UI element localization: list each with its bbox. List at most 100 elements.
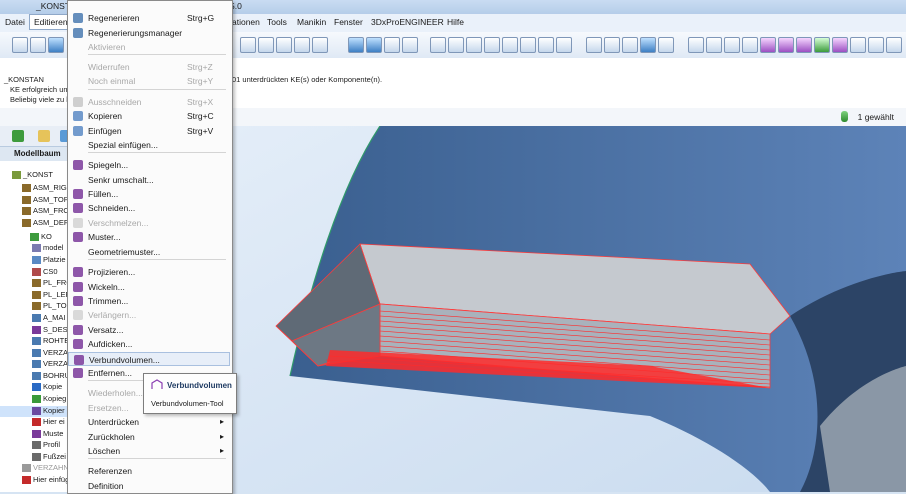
filter-icon[interactable] bbox=[841, 111, 848, 122]
model-tree-item[interactable]: ASM_FROI bbox=[0, 206, 70, 217]
model-tree-item[interactable]: Kopie bbox=[0, 382, 70, 393]
model-tree-item[interactable]: PL_FRO bbox=[0, 278, 70, 289]
wireframe-icon[interactable] bbox=[586, 37, 602, 53]
menu-item-schneiden[interactable]: Schneiden... bbox=[68, 201, 230, 215]
model-info-icon[interactable] bbox=[294, 37, 310, 53]
model-tree-item[interactable]: ASM_RIGH bbox=[0, 183, 70, 194]
model-tree-item[interactable]: ASM_DEF_ bbox=[0, 218, 70, 229]
menu-item-füllen[interactable]: Füllen... bbox=[68, 187, 230, 201]
model-tree-item[interactable]: Kopier bbox=[0, 406, 70, 417]
model-tree-item[interactable]: Kopieg bbox=[0, 394, 70, 405]
model-tree-item[interactable]: VERZA bbox=[0, 359, 70, 370]
datum-point-icon[interactable] bbox=[724, 37, 740, 53]
new-file-icon[interactable] bbox=[12, 37, 28, 53]
model-tree-item[interactable]: _KONST bbox=[0, 170, 70, 181]
menu-item-trimmen[interactable]: Trimmen... bbox=[68, 294, 230, 308]
point-icon[interactable] bbox=[384, 37, 400, 53]
zoom-fit-icon[interactable] bbox=[484, 37, 500, 53]
analysis-icon[interactable] bbox=[760, 37, 776, 53]
model-tree-item[interactable]: ASM_TOP bbox=[0, 195, 70, 206]
menu-3dxproengineer[interactable]: 3DxProENGINEER bbox=[371, 17, 444, 27]
tree-item-label: PL_TO bbox=[43, 301, 67, 310]
views-icon[interactable] bbox=[556, 37, 572, 53]
save-icon[interactable] bbox=[48, 37, 64, 53]
model-tree-item[interactable]: BOHRU bbox=[0, 371, 70, 382]
open-folder-icon[interactable] bbox=[30, 37, 46, 53]
color-map-icon[interactable] bbox=[814, 37, 830, 53]
layers-icon[interactable] bbox=[538, 37, 554, 53]
model-tree-item[interactable]: S_DESI bbox=[0, 325, 70, 336]
axis-icon[interactable] bbox=[366, 37, 382, 53]
menu-item-regenerierungsmanager[interactable]: Regenerierungsmanager bbox=[68, 26, 230, 40]
model-tree-item[interactable]: Profil bbox=[0, 440, 70, 451]
menu-item-referenzen[interactable]: Referenzen bbox=[68, 464, 230, 478]
model-tree-item[interactable]: model bbox=[0, 243, 70, 254]
model-tree-item[interactable]: VERZA bbox=[0, 348, 70, 359]
slope-icon[interactable] bbox=[850, 37, 866, 53]
menu-item-aufdicken[interactable]: Aufdicken... bbox=[68, 337, 230, 351]
datum-plane-icon[interactable] bbox=[688, 37, 704, 53]
coord-system-icon[interactable] bbox=[742, 37, 758, 53]
folder-tab-icon[interactable] bbox=[38, 130, 50, 142]
copy-feature-icon[interactable] bbox=[240, 37, 256, 53]
shading-icon[interactable] bbox=[640, 37, 656, 53]
menu-tools[interactable]: Tools bbox=[267, 17, 287, 27]
hidden-line-icon[interactable] bbox=[604, 37, 620, 53]
shadow-icon[interactable] bbox=[886, 37, 902, 53]
model-tree-tab-icon[interactable] bbox=[12, 130, 24, 142]
feature-tree-icon[interactable] bbox=[276, 37, 292, 53]
menu-item-spiegeln[interactable]: Spiegeln... bbox=[68, 158, 230, 172]
curvature-icon[interactable] bbox=[778, 37, 794, 53]
spin-center-icon[interactable] bbox=[520, 37, 536, 53]
menu-item-regenerieren[interactable]: Regenerieren Strg+G bbox=[68, 11, 230, 25]
menu-item-löschen[interactable]: Löschen ▸ bbox=[68, 444, 230, 458]
select-box-icon[interactable] bbox=[312, 37, 328, 53]
model-tree-item[interactable]: ROHTE bbox=[0, 336, 70, 347]
menu-item-versatz[interactable]: Versatz... bbox=[68, 323, 230, 337]
datum-axis-icon[interactable] bbox=[706, 37, 722, 53]
menu-datei[interactable]: Datei bbox=[5, 17, 25, 27]
model-tree-item[interactable]: A_MAI bbox=[0, 313, 70, 324]
menu-item-zurückholen[interactable]: Zurückholen ▸ bbox=[68, 430, 230, 444]
model-tree-item[interactable]: PL_LEF bbox=[0, 290, 70, 301]
menu-manikin[interactable]: Manikin bbox=[297, 17, 326, 27]
model-tree-item[interactable]: KO bbox=[0, 232, 70, 243]
no-hidden-icon[interactable] bbox=[622, 37, 638, 53]
model-tree-item[interactable]: CS0 bbox=[0, 267, 70, 278]
menu-item-senkr-umschalt[interactable]: Senkr umschalt... bbox=[68, 173, 230, 187]
sphere-icon[interactable] bbox=[402, 37, 418, 53]
tree-node-icon bbox=[32, 441, 41, 450]
enhanced-realism-icon[interactable] bbox=[658, 37, 674, 53]
zoom-out-icon[interactable] bbox=[466, 37, 482, 53]
menu-fenster[interactable]: Fenster bbox=[334, 17, 363, 27]
menu-item-einfügen[interactable]: Einfügen Strg+V bbox=[68, 124, 230, 138]
menu-item-wickeln[interactable]: Wickeln... bbox=[68, 280, 230, 294]
model-tree-item[interactable]: VERZAHN bbox=[0, 463, 70, 474]
graphics-viewport[interactable] bbox=[230, 126, 906, 492]
menu-applikationen[interactable]: ationen bbox=[232, 17, 260, 27]
model-tree-item[interactable]: Platzie bbox=[0, 255, 70, 266]
menu-item-projizieren[interactable]: Projizieren... bbox=[68, 265, 230, 279]
menu-item-spezial-einfügen[interactable]: Spezial einfügen... bbox=[68, 138, 230, 152]
draft-check-icon[interactable] bbox=[796, 37, 812, 53]
deviation-icon[interactable] bbox=[832, 37, 848, 53]
reorient-icon[interactable] bbox=[502, 37, 518, 53]
offset-icon[interactable] bbox=[868, 37, 884, 53]
menu-hilfe[interactable]: Hilfe bbox=[447, 17, 464, 27]
menu-item-definition[interactable]: Definition bbox=[68, 479, 230, 493]
feature-list-icon[interactable] bbox=[258, 37, 274, 53]
menu-item-muster[interactable]: Muster... bbox=[68, 230, 230, 244]
tree-node-icon bbox=[32, 291, 41, 300]
sketch-icon[interactable] bbox=[348, 37, 364, 53]
menu-item-unterdrücken[interactable]: Unterdrücken ▸ bbox=[68, 415, 230, 429]
model-tree-item[interactable]: Hier einfüg bbox=[0, 475, 70, 486]
model-tree-item[interactable]: Muste bbox=[0, 429, 70, 440]
menu-item-kopieren[interactable]: Kopieren Strg+C bbox=[68, 109, 230, 123]
menu-item-geometriemuster[interactable]: Geometriemuster... bbox=[68, 245, 230, 259]
model-tree-item[interactable]: Hier ei bbox=[0, 417, 70, 428]
zoom-in-icon[interactable] bbox=[448, 37, 464, 53]
menu-item-verbundvolumen[interactable]: Verbundvolumen... bbox=[68, 352, 230, 366]
model-tree-item[interactable]: Fußzei bbox=[0, 452, 70, 463]
pan-hand-icon[interactable] bbox=[430, 37, 446, 53]
model-tree-item[interactable]: PL_TO bbox=[0, 301, 70, 312]
